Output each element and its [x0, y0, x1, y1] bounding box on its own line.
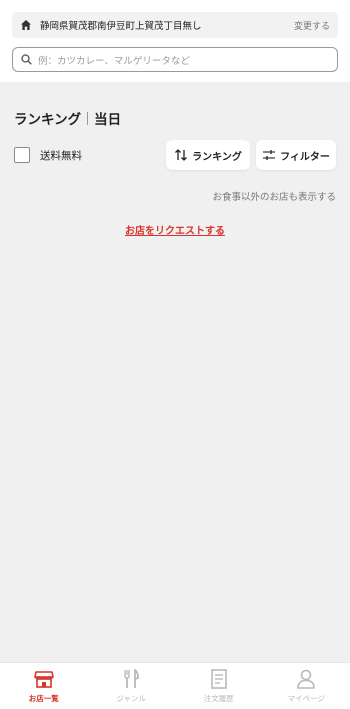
nav-label: 注文履歴 — [203, 694, 234, 703]
cutlery-icon — [120, 669, 142, 689]
top-bar: 静岡県賀茂郡南伊豆町上賀茂丁目無し 変更する 例：カツカレー、マルゲリータなど — [0, 0, 350, 82]
search-icon — [21, 54, 32, 65]
search-input[interactable]: 例：カツカレー、マルゲリータなど — [12, 47, 338, 72]
nav-my-page[interactable]: マイページ — [263, 663, 350, 709]
page-title: ランキング 当日 — [14, 108, 121, 128]
sort-ranking-button[interactable]: ランキング — [166, 140, 250, 170]
sliders-icon — [262, 148, 276, 162]
filter-label: フィルター — [280, 151, 330, 163]
nav-label: マイページ — [287, 694, 325, 703]
free-shipping-filter[interactable]: 送料無料 — [14, 147, 82, 163]
nav-store-list[interactable]: お店一覧 — [0, 663, 88, 709]
store-icon — [33, 669, 55, 689]
sort-ranking-label: ランキング — [192, 151, 242, 163]
address-bar[interactable]: 静岡県賀茂郡南伊豆町上賀茂丁目無し 変更する — [12, 12, 338, 38]
search-placeholder: 例：カツカレー、マルゲリータなど — [38, 55, 190, 67]
ranking-period: 当日 — [94, 112, 122, 128]
request-store-link[interactable]: お店をリクエストする — [125, 226, 225, 237]
home-icon — [20, 19, 32, 31]
free-shipping-label: 送料無料 — [40, 149, 82, 162]
main-content: ランキング 当日 送料無料 ランキング フィルター お食事以外のお店も表示する — [0, 82, 350, 662]
delivery-address: 静岡県賀茂郡南伊豆町上賀茂丁目無し — [40, 21, 202, 32]
ranking-title: ランキング — [14, 112, 82, 128]
nav-order-history[interactable]: 注文履歴 — [175, 663, 263, 709]
free-shipping-checkbox[interactable] — [14, 147, 30, 163]
change-address-button[interactable]: 変更する — [294, 19, 330, 32]
person-icon — [295, 669, 317, 689]
title-divider — [87, 111, 89, 125]
bottom-nav: お店一覧 ジャンル 注文履歴 マイページ — [0, 662, 350, 709]
show-non-food-toggle[interactable]: お食事以外のお店も表示する — [212, 189, 336, 203]
nav-genre[interactable]: ジャンル — [88, 663, 176, 709]
request-store-container: お店をリクエストする — [0, 219, 350, 238]
filter-button[interactable]: フィルター — [256, 140, 336, 170]
nav-label: お店一覧 — [28, 694, 59, 703]
receipt-icon — [208, 669, 230, 689]
sort-arrows-icon — [174, 148, 188, 162]
nav-label: ジャンル — [116, 694, 147, 703]
